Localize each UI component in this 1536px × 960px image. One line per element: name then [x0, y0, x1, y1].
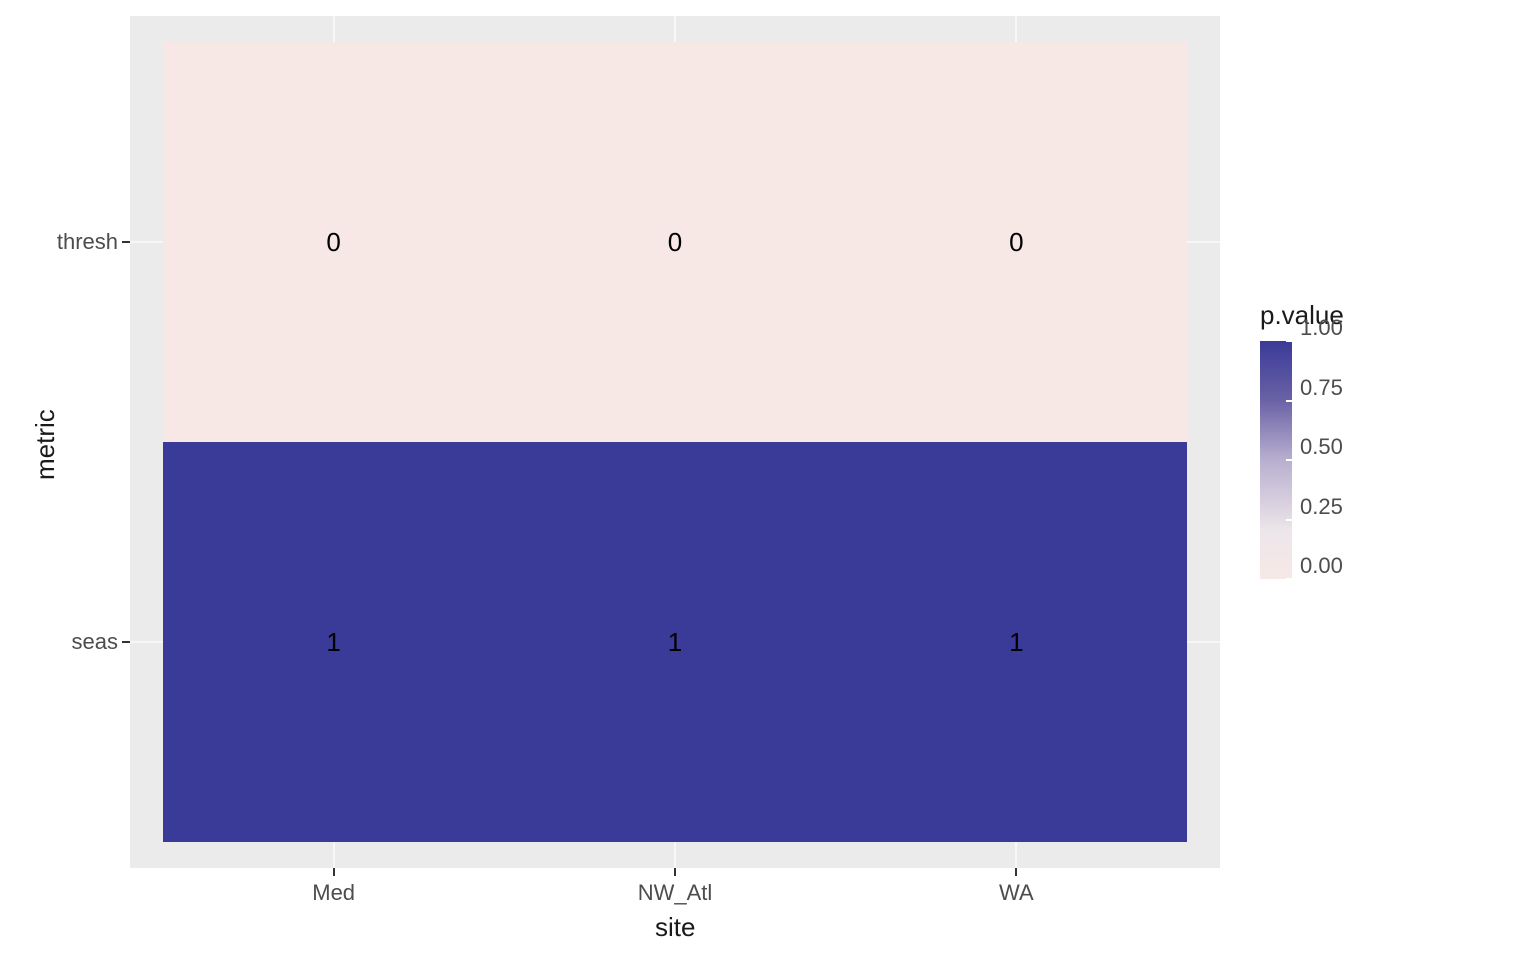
heatmap-cell: 1 [846, 442, 1187, 842]
legend-tick-label: 0.50 [1300, 434, 1343, 460]
heatmap-cell: 0 [504, 42, 845, 442]
x-tick [674, 868, 676, 876]
y-tick-label: seas [72, 629, 118, 655]
legend-tick-mark [1286, 519, 1292, 521]
x-tick-label: WA [0, 880, 1536, 906]
heatmap-cell: 1 [504, 442, 845, 842]
y-tick [122, 641, 130, 643]
heatmap: 000111 [163, 42, 1187, 842]
heatmap-cell: 0 [163, 42, 504, 442]
chart-root: 000111 site metric p.value 0.000.250.500… [0, 0, 1536, 960]
x-tick-label: Med [0, 880, 667, 906]
heatmap-cell: 1 [163, 442, 504, 842]
legend-tick-mark [1286, 578, 1292, 580]
x-tick [333, 868, 335, 876]
y-tick-label: thresh [57, 229, 118, 255]
x-tick [1015, 868, 1017, 876]
y-axis-title: metric [30, 409, 61, 480]
heatmap-cell: 0 [846, 42, 1187, 442]
legend-tick-label: 0.25 [1300, 494, 1343, 520]
legend-tick-label: 0.00 [1300, 553, 1343, 579]
legend-tick-mark [1286, 459, 1292, 461]
color-legend: p.value 0.000.250.500.751.00 [1260, 300, 1344, 579]
legend-tick-label: 0.75 [1300, 375, 1343, 401]
legend-tick-mark [1286, 400, 1292, 402]
legend-tick-mark [1286, 340, 1292, 342]
x-axis-title: site [655, 912, 695, 943]
y-tick [122, 241, 130, 243]
legend-tick-label: 1.00 [1300, 315, 1343, 341]
x-tick-label: NW_Atl [0, 880, 1350, 906]
